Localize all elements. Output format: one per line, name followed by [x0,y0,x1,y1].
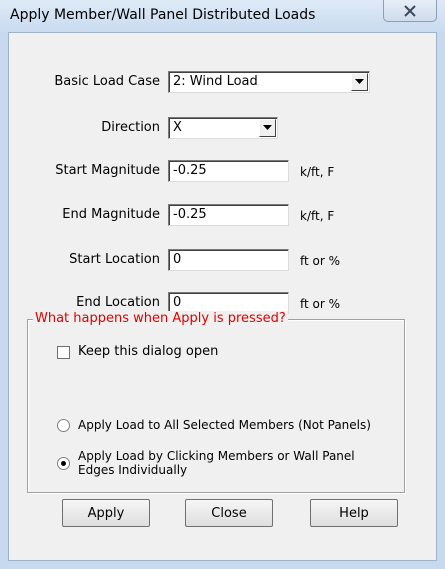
title-bar[interactable]: Apply Member/Wall Panel Distributed Load… [0,0,445,32]
help-button[interactable]: Help [310,499,398,527]
end-location-label: End Location [76,295,160,310]
direction-label: Direction [101,120,160,135]
end-magnitude-value: -0.25 [173,207,207,222]
end-magnitude-input[interactable]: -0.25 [168,204,289,226]
apply-button[interactable]: Apply [62,499,150,527]
start-magnitude-label: Start Magnitude [55,163,160,178]
apply-by-clicking-label-line1[interactable]: Apply Load by Clicking Members or Wall P… [78,449,355,463]
start-magnitude-unit: k/ft, F [300,165,335,179]
apply-all-selected-label[interactable]: Apply Load to All Selected Members (Not … [78,418,371,432]
end-magnitude-label: End Magnitude [62,207,160,222]
dialog-window: Apply Member/Wall Panel Distributed Load… [0,0,445,569]
apply-by-clicking-label-line2[interactable]: Edges Individually [78,463,187,477]
start-magnitude-input[interactable]: -0.25 [168,160,289,182]
chevron-down-icon [355,79,364,84]
basic-load-case-label: Basic Load Case [54,74,160,89]
apply-all-selected-radio[interactable] [57,419,70,432]
close-button[interactable]: Close [185,499,273,527]
apply-options-group-title: What happens when Apply is pressed? [33,311,288,326]
start-location-label: Start Location [69,252,160,267]
end-magnitude-unit: k/ft, F [300,209,335,223]
window-title: Apply Member/Wall Panel Distributed Load… [10,7,316,23]
direction-dropdown-button[interactable] [259,119,276,137]
start-location-input[interactable]: 0 [168,249,289,271]
direction-value: X [173,120,182,135]
close-window-button[interactable] [383,0,437,22]
direction-select[interactable]: X [168,117,278,139]
end-location-unit: ft or % [300,297,341,311]
start-magnitude-value: -0.25 [173,163,207,178]
keep-dialog-open-label[interactable]: Keep this dialog open [78,345,218,359]
end-location-value: 0 [173,295,182,310]
basic-load-case-dropdown-button[interactable] [351,73,368,91]
basic-load-case-value: 2: Wind Load [173,74,258,89]
keep-dialog-open-checkbox[interactable] [57,346,70,359]
basic-load-case-select[interactable]: 2: Wind Load [168,71,370,93]
apply-by-clicking-radio[interactable] [57,457,70,470]
start-location-unit: ft or % [300,254,341,268]
close-icon [404,4,416,17]
start-location-value: 0 [173,252,182,267]
chevron-down-icon [263,125,272,130]
